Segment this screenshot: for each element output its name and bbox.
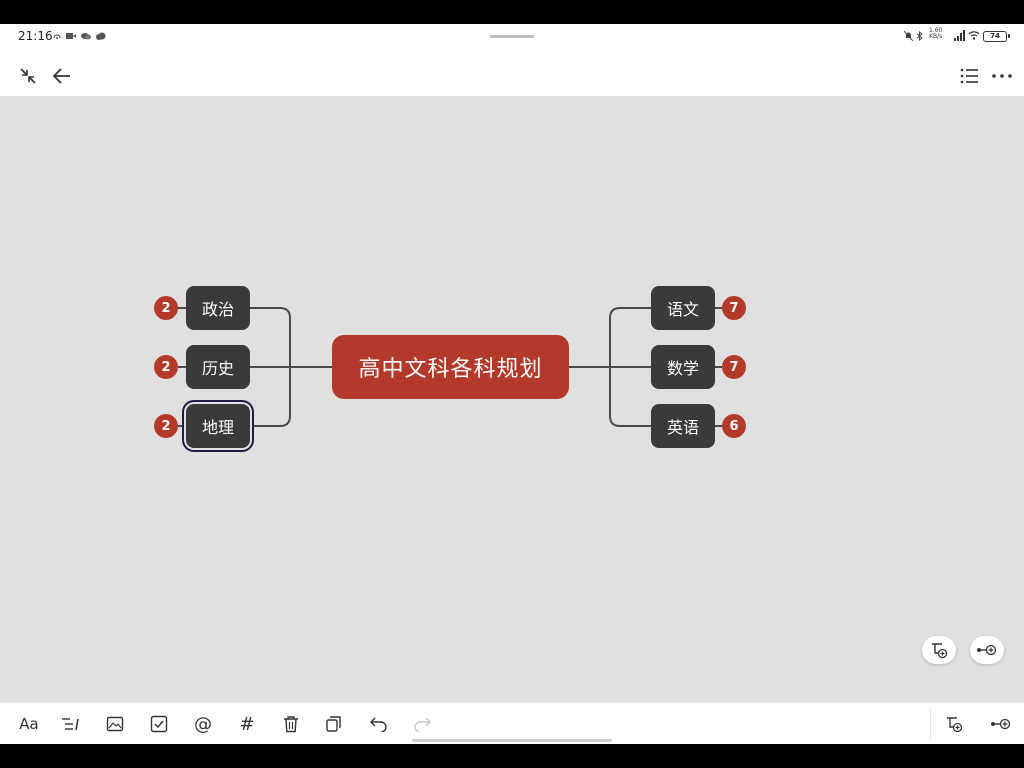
topic-english[interactable]: 英语 <box>651 404 715 448</box>
topic-count-badge[interactable]: 2 <box>154 414 178 438</box>
add-subtopic-button[interactable] <box>942 712 966 736</box>
checkbox-icon <box>150 715 168 733</box>
trash-icon <box>284 716 298 733</box>
topic-politics[interactable]: 政治 <box>186 286 250 330</box>
text-style-icon: Aa <box>19 715 39 733</box>
topic-count-badge[interactable]: 2 <box>154 296 178 320</box>
status-time: 21:16 <box>18 29 53 43</box>
connector-lines <box>178 307 722 427</box>
more-button[interactable] <box>990 64 1014 88</box>
wifi-icon <box>968 31 980 40</box>
redo-icon <box>414 717 431 732</box>
tag-icon: # <box>239 713 255 735</box>
gesture-bar <box>412 739 612 742</box>
back-button[interactable] <box>50 64 74 88</box>
add-sibling-icon <box>991 718 1011 730</box>
status-bar: 21:16 1.60 KB/s 74 <box>0 24 1024 48</box>
image-button[interactable] <box>103 712 127 736</box>
text-style-button[interactable]: Aa <box>16 712 42 736</box>
checkbox-button[interactable] <box>147 712 171 736</box>
network-speed: 1.60 KB/s <box>929 27 943 40</box>
copy-icon <box>326 716 341 732</box>
topic-count-badge[interactable]: 7 <box>722 355 746 379</box>
outline-list-icon <box>960 68 978 84</box>
outline-button[interactable] <box>957 64 981 88</box>
add-sibling-button[interactable] <box>988 712 1014 736</box>
copy-button[interactable] <box>322 712 346 736</box>
topic-geography[interactable]: 地理 <box>186 404 250 448</box>
topic-count-badge[interactable]: 6 <box>722 414 746 438</box>
cast-icon <box>53 34 61 39</box>
collapse-button[interactable] <box>16 64 40 88</box>
battery-icon: 74 <box>983 31 1010 42</box>
back-arrow-icon <box>52 68 70 84</box>
topic-count-badge[interactable]: 2 <box>154 355 178 379</box>
video-icon <box>66 33 76 39</box>
top-bar <box>0 48 1024 96</box>
topic-count-badge[interactable]: 7 <box>722 296 746 320</box>
mention-icon: @ <box>194 713 212 735</box>
cloud-icon <box>96 32 106 40</box>
delete-button[interactable] <box>279 712 303 736</box>
add-subtopic-icon <box>932 643 948 659</box>
central-topic[interactable]: 高中文科各科规划 <box>332 335 569 399</box>
signal-icon <box>954 30 965 41</box>
floating-add-subtopic-button[interactable] <box>922 636 956 664</box>
more-icon <box>992 74 1012 78</box>
list-button[interactable] <box>59 712 83 736</box>
mindmap-canvas[interactable]: 高中文科各科规划 政治 2 历史 2 地理 2 语文 7 数学 7 英语 6 <box>0 96 1024 702</box>
mute-icon <box>904 31 913 41</box>
toolbar-divider <box>930 709 931 739</box>
redo-button[interactable] <box>410 712 434 736</box>
floating-add-sibling-button[interactable] <box>970 636 1004 664</box>
image-icon <box>106 716 124 732</box>
top-handle <box>490 35 534 38</box>
bottom-toolbar: Aa @ # <box>0 702 1024 744</box>
mention-button[interactable]: @ <box>191 712 215 736</box>
topic-math[interactable]: 数学 <box>651 345 715 389</box>
chat-icon <box>81 33 91 40</box>
collapse-icon <box>20 68 36 84</box>
tag-button[interactable]: # <box>235 712 259 736</box>
app-screen: 21:16 1.60 KB/s 74 高中文科各科规划 政治 2 历史 2 地理… <box>0 24 1024 744</box>
topic-chinese[interactable]: 语文 <box>651 286 715 330</box>
add-sibling-icon <box>977 644 997 656</box>
undo-icon <box>370 717 387 732</box>
list-icon <box>62 718 79 731</box>
undo-button[interactable] <box>367 712 391 736</box>
bluetooth-icon <box>916 31 923 41</box>
topic-history[interactable]: 历史 <box>186 345 250 389</box>
add-subtopic-icon <box>947 717 963 733</box>
